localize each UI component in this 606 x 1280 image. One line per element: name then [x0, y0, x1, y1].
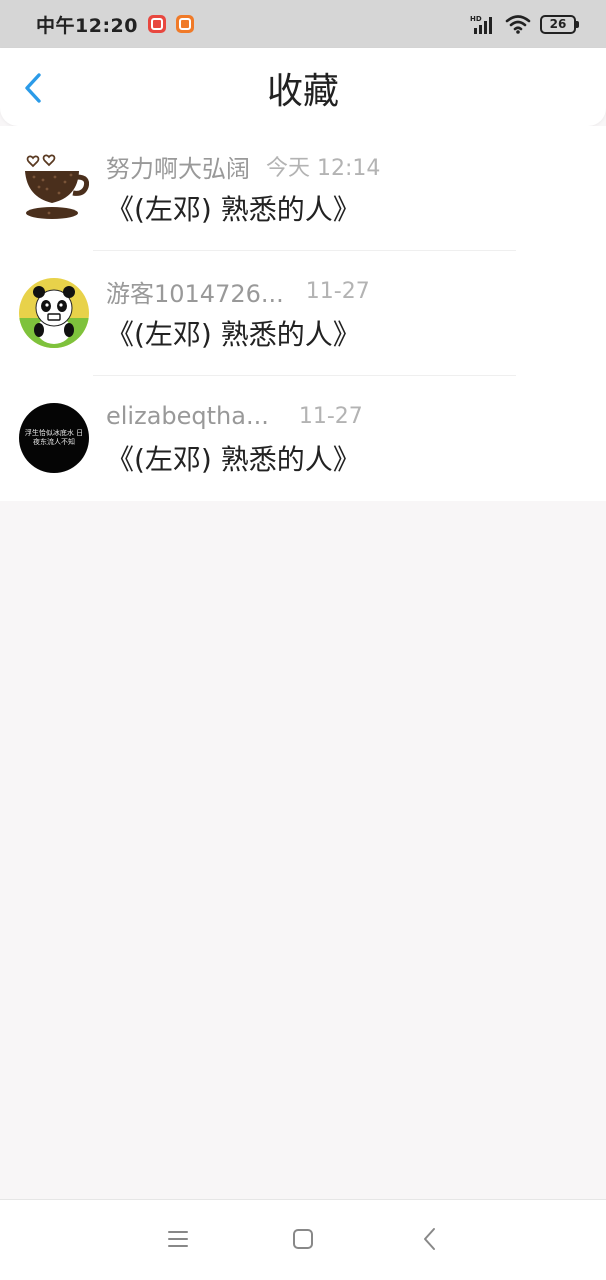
- wifi-icon: [505, 15, 531, 34]
- time-stamp: 11-27: [305, 278, 370, 304]
- status-icons: HD 26: [470, 14, 579, 34]
- menu-icon: [168, 1231, 188, 1247]
- coffee-cup-avatar: [19, 153, 89, 223]
- status-time: 中午12:20: [36, 14, 138, 37]
- avatar-text: 浮生恰似冰底水 日夜东流人不知: [24, 429, 84, 446]
- panda-avatar: [19, 278, 89, 348]
- system-back-button[interactable]: [415, 1224, 445, 1254]
- header: 收藏: [0, 48, 606, 126]
- item-meta: elizabeqtha... 11-27: [106, 398, 363, 434]
- list-item[interactable]: 游客1014726... 11-27 《(左邓) 熟悉的人》: [0, 251, 606, 376]
- home-square-icon: [293, 1229, 313, 1249]
- list-item[interactable]: 努力啊大弘阔 今天 12:14 《(左邓) 熟悉的人》: [0, 126, 606, 251]
- notification-app-icon: [147, 15, 166, 33]
- status-bar: 中午12:20 HD 26: [0, 0, 606, 48]
- user-name: elizabeqtha...: [106, 402, 269, 430]
- svg-text:HD: HD: [470, 15, 482, 23]
- user-name: 游客1014726...: [106, 279, 284, 308]
- home-button[interactable]: [288, 1224, 318, 1254]
- item-meta: 努力啊大弘阔 今天 12:14: [106, 148, 380, 184]
- black-text-avatar: 浮生恰似冰底水 日夜东流人不知: [19, 403, 89, 473]
- back-triangle-icon: [424, 1228, 435, 1250]
- favorites-list: 努力啊大弘阔 今天 12:14 《(左邓) 熟悉的人》 游客1014726...…: [0, 126, 606, 501]
- notification-app-icon: [175, 15, 194, 33]
- user-name: 努力啊大弘阔: [106, 154, 250, 183]
- item-title: 《(左邓) 熟悉的人》: [106, 193, 361, 226]
- item-title: 《(左邓) 熟悉的人》: [106, 318, 361, 351]
- system-nav-bar: [0, 1199, 606, 1280]
- item-meta: 游客1014726... 11-27: [106, 273, 370, 309]
- hd-signal-icon: HD: [470, 15, 492, 34]
- item-title: 《(左邓) 熟悉的人》: [106, 443, 361, 476]
- battery-icon: 26: [540, 14, 579, 34]
- page-title: 收藏: [266, 71, 339, 112]
- menu-button[interactable]: [163, 1224, 193, 1254]
- list-item[interactable]: 浮生恰似冰底水 日夜东流人不知 elizabeqtha... 11-27 《(左…: [0, 376, 606, 501]
- time-stamp: 11-27: [298, 403, 363, 429]
- time-stamp: 今天 12:14: [266, 156, 381, 181]
